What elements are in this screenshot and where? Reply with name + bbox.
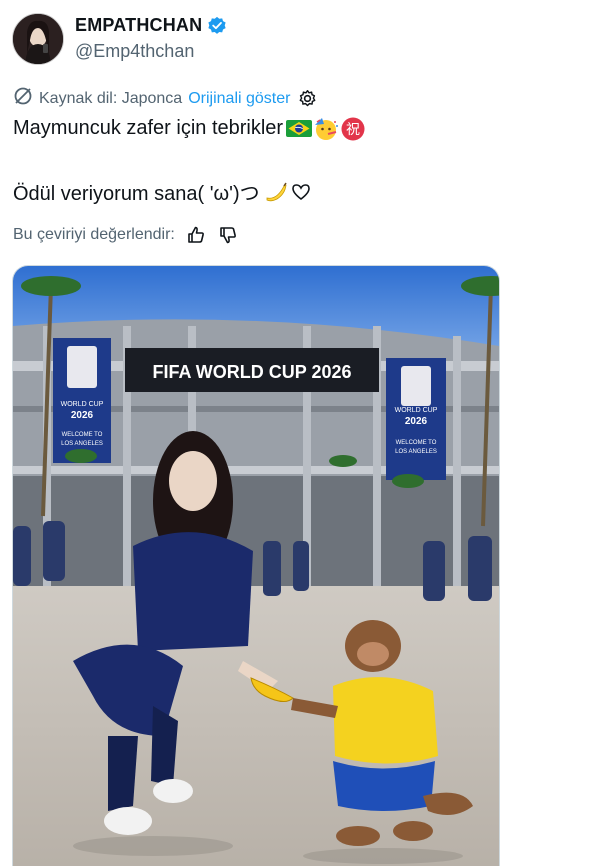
tweet-text-line-2: Ödül veriyorum sana( 'ω')つ xyxy=(13,177,314,206)
left-banner-year: 2026 xyxy=(71,410,94,421)
tweet-text: Ödül veriyorum sana( 'ω')つ xyxy=(13,183,260,205)
right-banner-bottom-1: WELCOME TO xyxy=(396,440,437,446)
celebration-kanji-icon: 祝 xyxy=(340,116,365,141)
display-name-text[interactable]: EMPATHCHAN xyxy=(75,15,202,36)
thumbs-down-icon[interactable] xyxy=(217,224,239,246)
brazil-flag-icon xyxy=(286,116,313,140)
thumbs-up-icon[interactable] xyxy=(185,224,207,246)
verified-badge-icon xyxy=(207,16,227,36)
stadium-banner-text: FIFA WORLD CUP 2026 xyxy=(152,362,351,382)
avatar[interactable] xyxy=(12,13,64,65)
gear-icon[interactable] xyxy=(296,88,318,110)
party-face-icon xyxy=(313,116,339,140)
display-name[interactable]: EMPATHCHAN xyxy=(75,15,227,36)
tweet-media-image[interactable]: FIFA WORLD CUP 2026 WORLD CUP 2026 WELCO… xyxy=(12,265,500,866)
right-banner-top: WORLD CUP xyxy=(395,407,438,414)
tweet-text-line-1: Maymuncuk zafer için tebrikler 祝 xyxy=(13,116,365,141)
tweet-text: Maymuncuk zafer için tebrikler xyxy=(13,116,284,139)
rate-translation-row: Bu çeviriyi değerlendir: xyxy=(13,224,239,246)
right-banner-year: 2026 xyxy=(405,416,428,427)
left-banner-bottom-1: WELCOME TO xyxy=(62,432,103,438)
translate-icon xyxy=(13,86,33,111)
author-handle[interactable]: @Emp4thchan xyxy=(75,41,194,62)
source-language-label: Kaynak dil: Japonca xyxy=(39,89,183,107)
kanji-text: 祝 xyxy=(346,122,360,138)
rate-translation-label: Bu çeviriyi değerlendir: xyxy=(13,226,175,243)
show-original-link[interactable]: Orijinali göster xyxy=(188,90,290,108)
right-banner-bottom-2: LOS ANGELES xyxy=(395,449,437,455)
translation-info: Kaynak dil: Japonca Orijinali göster xyxy=(13,86,318,111)
left-banner-top: WORLD CUP xyxy=(61,401,104,408)
banana-icon xyxy=(263,180,287,204)
heart-outline-icon xyxy=(290,180,314,204)
left-banner-bottom-2: LOS ANGELES xyxy=(61,441,103,447)
